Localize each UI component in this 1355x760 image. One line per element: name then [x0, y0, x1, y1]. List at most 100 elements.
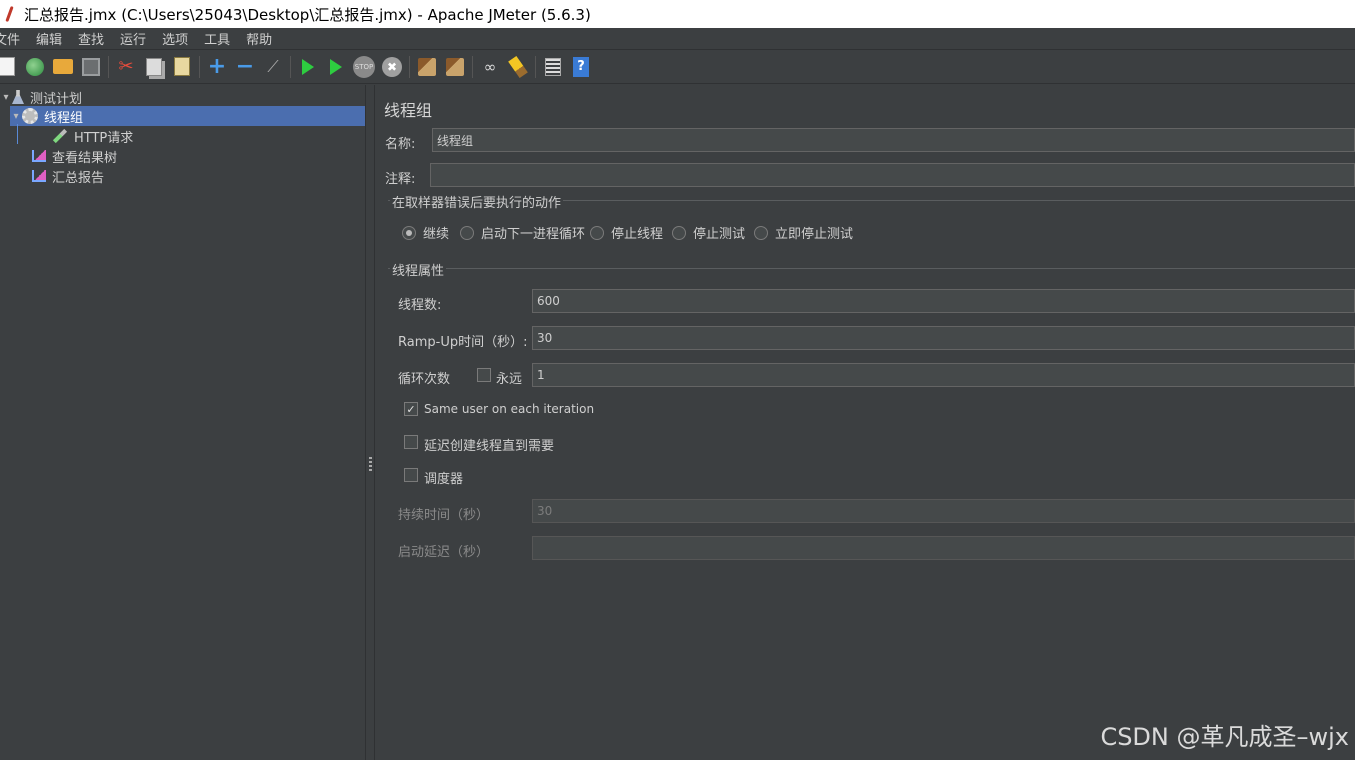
radio-continue[interactable]: 继续: [402, 223, 449, 242]
chevron-down-icon[interactable]: ▾: [10, 111, 22, 122]
cut-icon[interactable]: ✂: [115, 56, 137, 78]
radio-label: 停止测试: [693, 227, 746, 242]
toolbar-separator: [108, 55, 109, 78]
scheduler-checkbox[interactable]: [404, 468, 418, 482]
error-action-title: 在取样器错误后要执行的动作: [390, 192, 564, 211]
drag-handle-icon[interactable]: [369, 457, 372, 471]
tree-node-thread-group[interactable]: ▾ 线程组: [10, 106, 365, 126]
menu-options[interactable]: 选项: [162, 29, 188, 48]
comment-field[interactable]: [430, 163, 1355, 187]
rampup-field[interactable]: 30: [532, 326, 1355, 350]
menu-help[interactable]: 帮助: [246, 29, 272, 48]
tree-node-label: HTTP请求: [74, 130, 134, 146]
thread-props-title: 线程属性: [390, 260, 447, 279]
radio-button[interactable]: [402, 225, 416, 240]
menu-file[interactable]: 文件: [0, 29, 20, 48]
watermark: CSDN @革凡成圣–wjx: [1100, 723, 1349, 751]
radio-stop-thread[interactable]: 停止线程: [590, 223, 663, 242]
test-plan-tree: ▾ 测试计划 ▾ 线程组 HTTP请求 查看结果树 汇总报告: [0, 85, 365, 760]
forever-label: 永远: [496, 372, 523, 387]
window-title-bar: 汇总报告.jmx (C:\Users\25043\Desktop\汇总报告.jm…: [0, 0, 1355, 28]
jmeter-feather-icon: [4, 6, 16, 22]
new-icon[interactable]: [0, 56, 18, 78]
panel-title: 线程组: [384, 101, 433, 120]
threads-field[interactable]: 600: [532, 289, 1355, 313]
startup-delay-label: 启动延迟（秒）: [398, 545, 490, 560]
search-icon[interactable]: ∞: [479, 56, 501, 78]
delay-thread-label: 延迟创建线程直到需要: [424, 439, 555, 454]
stop-icon[interactable]: STOP: [353, 55, 375, 78]
collapse-icon[interactable]: −: [234, 54, 256, 79]
name-label: 名称:: [385, 137, 416, 152]
tree-node-http-request[interactable]: HTTP请求: [52, 126, 133, 146]
tree-node-label: 线程组: [44, 110, 84, 126]
menu-bar: 文件 编辑 查找 运行 选项 工具 帮助: [0, 28, 1355, 50]
tree-node-label: 汇总报告: [52, 170, 105, 186]
radio-stop-test-now[interactable]: 立即停止测试: [754, 223, 853, 242]
toolbar: ✂ + − ⟋ STOP ✖ ∞ ?: [0, 50, 1355, 84]
templates-icon[interactable]: [24, 56, 46, 78]
expand-icon[interactable]: +: [206, 54, 228, 79]
graph-icon: [32, 150, 46, 162]
start-no-pauses-icon[interactable]: [325, 56, 347, 78]
startup-delay-field[interactable]: [532, 536, 1355, 560]
toolbar-separator: [199, 55, 200, 78]
radio-button[interactable]: [460, 225, 474, 240]
loop-field[interactable]: 1: [532, 363, 1355, 387]
scheduler-label: 调度器: [424, 472, 464, 487]
tree-node-test-plan[interactable]: ▾ 测试计划: [0, 87, 82, 107]
radio-button[interactable]: [672, 225, 686, 240]
toolbar-separator: [535, 55, 536, 78]
paste-icon[interactable]: [171, 56, 193, 78]
name-field[interactable]: 线程组: [432, 128, 1355, 152]
toolbar-separator: [290, 55, 291, 78]
radio-next-loop[interactable]: 启动下一进程循环: [460, 223, 585, 242]
radio-button[interactable]: [754, 225, 768, 240]
open-icon[interactable]: [52, 56, 74, 78]
save-icon[interactable]: [80, 56, 102, 78]
same-user-label: Same user on each iteration: [424, 402, 595, 416]
menu-edit[interactable]: 编辑: [36, 29, 62, 48]
thread-group-panel: 线程组 名称: 线程组 注释: 在取样器错误后要执行的动作 继续 启动下一进程循…: [376, 85, 1355, 760]
gear-icon: [22, 108, 38, 124]
radio-button[interactable]: [590, 225, 604, 240]
radio-label: 启动下一进程循环: [481, 227, 586, 242]
radio-stop-test[interactable]: 停止测试: [672, 223, 745, 242]
copy-icon[interactable]: [143, 56, 165, 78]
pipette-icon: [52, 128, 68, 144]
clear-all-icon[interactable]: [444, 56, 466, 78]
tree-node-summary-report[interactable]: 汇总报告: [32, 166, 104, 186]
window-title: 汇总报告.jmx (C:\Users\25043\Desktop\汇总报告.jm…: [24, 5, 591, 24]
reset-search-icon[interactable]: [507, 55, 529, 78]
forever-checkbox[interactable]: [477, 368, 491, 382]
toolbar-separator: [409, 55, 410, 78]
menu-search[interactable]: 查找: [78, 29, 104, 48]
rampup-label: Ramp-Up时间（秒）:: [398, 335, 528, 350]
graph-icon: [32, 170, 46, 182]
duration-field[interactable]: 30: [532, 499, 1355, 523]
tree-guide-line: [17, 124, 18, 144]
toolbar-separator: [472, 55, 473, 78]
start-icon[interactable]: [297, 56, 319, 78]
delay-thread-checkbox[interactable]: [404, 435, 418, 449]
threads-label: 线程数:: [398, 298, 442, 313]
comment-label: 注释:: [385, 172, 416, 187]
clear-icon[interactable]: [416, 56, 438, 78]
split-pane-divider[interactable]: [365, 85, 375, 760]
chevron-down-icon[interactable]: ▾: [0, 92, 12, 103]
flask-icon: [12, 90, 24, 104]
tree-node-label: 测试计划: [30, 91, 83, 107]
tree-node-label: 查看结果树: [52, 150, 118, 166]
toggle-icon[interactable]: ⟋: [262, 56, 284, 78]
radio-label: 停止线程: [611, 227, 664, 242]
duration-label: 持续时间（秒）: [398, 508, 490, 523]
radio-label: 立即停止测试: [775, 227, 854, 242]
menu-run[interactable]: 运行: [120, 29, 146, 48]
help-icon[interactable]: ?: [570, 56, 592, 78]
same-user-checkbox[interactable]: ✓: [404, 402, 418, 416]
menu-tools[interactable]: 工具: [204, 29, 230, 48]
function-helper-icon[interactable]: [542, 56, 564, 78]
tree-node-view-results-tree[interactable]: 查看结果树: [32, 146, 117, 166]
shutdown-icon[interactable]: ✖: [381, 56, 403, 78]
loop-label: 循环次数: [398, 372, 451, 387]
